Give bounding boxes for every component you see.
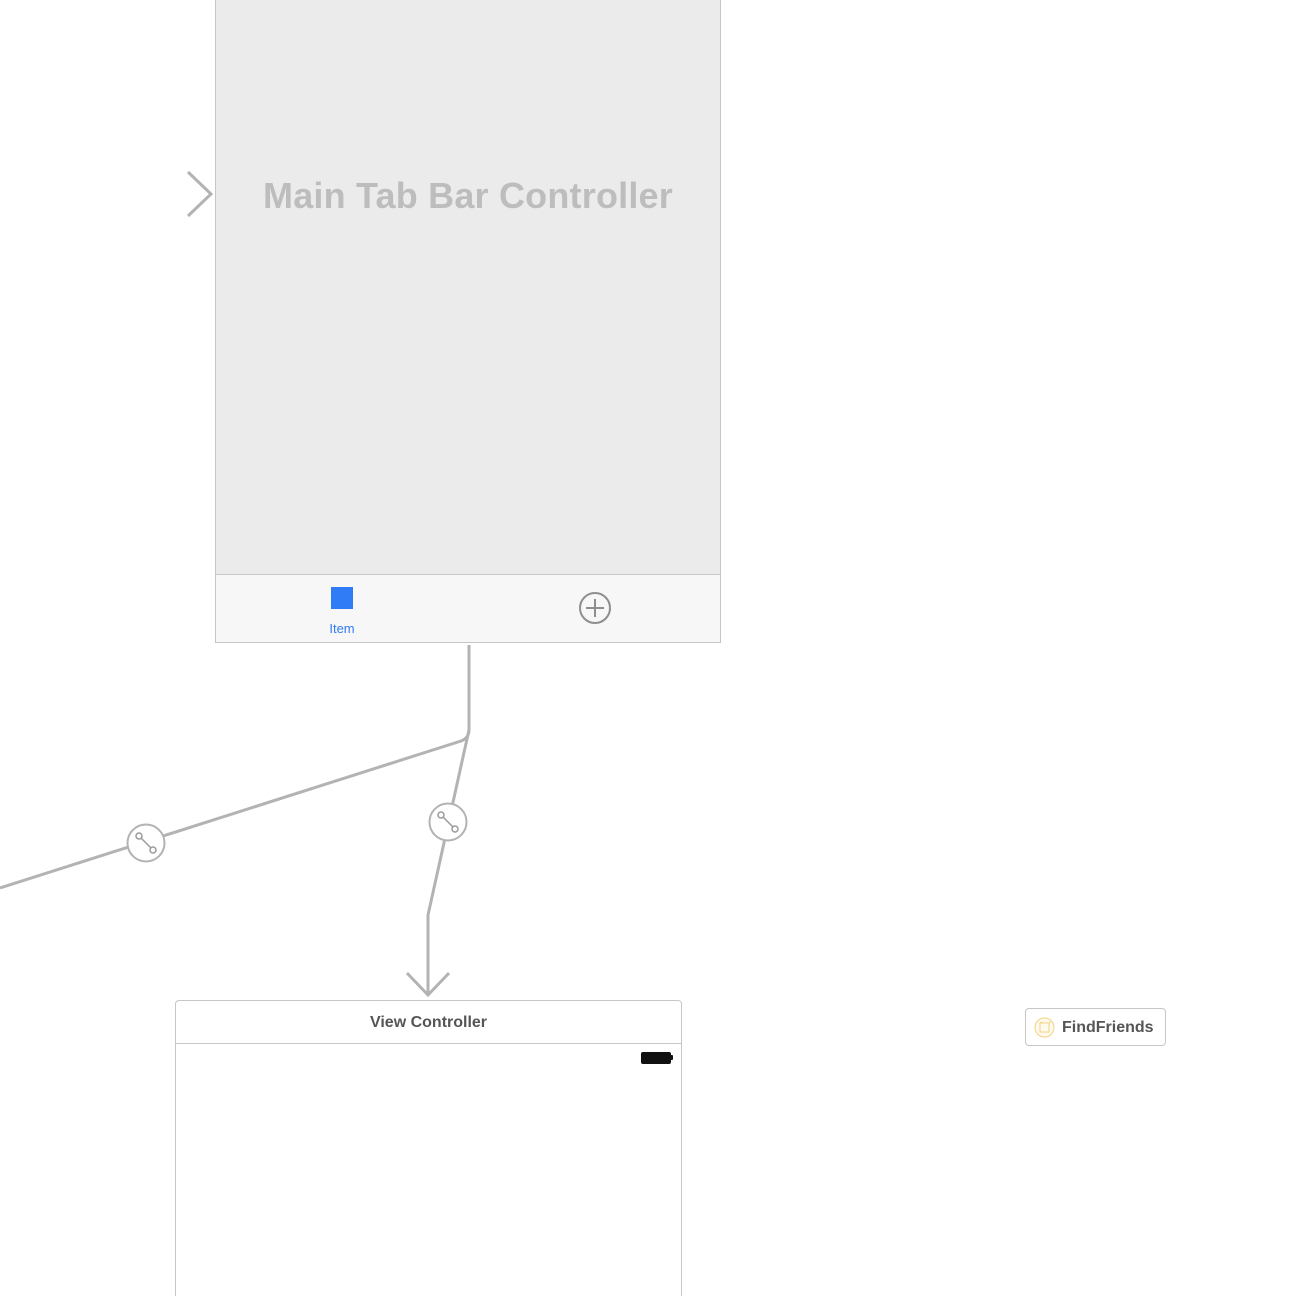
segue-relationship-icon[interactable] xyxy=(126,823,166,863)
battery-body xyxy=(641,1052,671,1064)
entry-point-arrow-icon[interactable] xyxy=(80,170,214,218)
segue-relationship-icon[interactable] xyxy=(428,802,468,842)
square-icon xyxy=(331,587,353,609)
battery-tip xyxy=(671,1055,673,1060)
tab-item-label: Item xyxy=(329,621,355,636)
storyboard-canvas[interactable]: Main Tab Bar Controller Item View Contro… xyxy=(0,0,1302,1296)
object-cube-icon xyxy=(1034,1017,1055,1038)
view-controller-scene[interactable]: View Controller xyxy=(175,1000,682,1296)
find-friends-object[interactable]: FindFriends xyxy=(1025,1008,1166,1046)
plus-circle-icon xyxy=(579,592,611,624)
battery-icon xyxy=(641,1052,673,1064)
tab-bar[interactable]: Item xyxy=(216,574,720,642)
tab-bar-controller-scene[interactable]: Main Tab Bar Controller Item xyxy=(215,0,721,643)
scene-title-bar[interactable]: View Controller xyxy=(176,1001,681,1044)
tab-item-item[interactable]: Item xyxy=(320,575,364,641)
relationship-segue-left[interactable] xyxy=(0,645,471,890)
relationship-segue-view-controller[interactable] xyxy=(405,729,471,998)
object-label: FindFriends xyxy=(1062,1019,1154,1036)
tab-item-add[interactable] xyxy=(578,591,612,625)
scene-title: Main Tab Bar Controller xyxy=(263,175,673,216)
